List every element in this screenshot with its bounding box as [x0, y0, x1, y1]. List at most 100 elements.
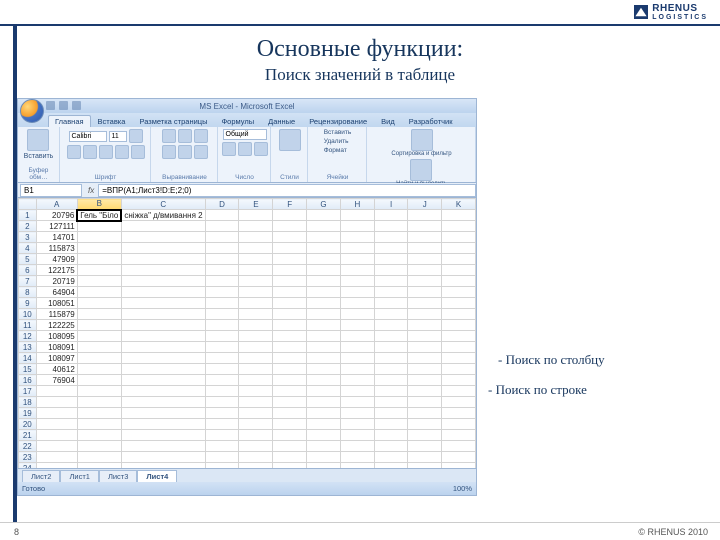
cell[interactable]	[205, 309, 239, 320]
row-header[interactable]: 14	[19, 353, 37, 364]
cell[interactable]	[121, 397, 205, 408]
cell[interactable]	[307, 463, 341, 469]
currency-icon[interactable]	[222, 142, 236, 156]
cells-delete-label[interactable]: Удалить	[324, 138, 349, 145]
cell[interactable]	[374, 243, 408, 254]
cell[interactable]	[442, 342, 476, 353]
cell[interactable]	[408, 397, 442, 408]
cell[interactable]	[374, 430, 408, 441]
cell[interactable]	[121, 331, 205, 342]
cell[interactable]	[205, 210, 239, 221]
cell[interactable]	[239, 309, 273, 320]
cell[interactable]	[205, 320, 239, 331]
row-header[interactable]: 20	[19, 419, 37, 430]
cell[interactable]	[77, 298, 121, 309]
cell[interactable]	[36, 419, 77, 430]
ribbon-tab-view[interactable]: Вид	[374, 115, 402, 127]
fx-icon[interactable]: fx	[84, 186, 98, 195]
cells-format-label[interactable]: Формат	[324, 147, 347, 154]
cell[interactable]: 20719	[36, 276, 77, 287]
cell[interactable]	[77, 452, 121, 463]
align-left-icon[interactable]	[162, 145, 176, 159]
cell[interactable]	[273, 243, 307, 254]
cell[interactable]	[340, 419, 374, 430]
cell[interactable]: 108097	[36, 353, 77, 364]
cell[interactable]	[239, 232, 273, 243]
cell[interactable]	[442, 265, 476, 276]
cell[interactable]	[239, 441, 273, 452]
cell[interactable]	[273, 364, 307, 375]
cell[interactable]	[408, 309, 442, 320]
cell[interactable]: 115879	[36, 309, 77, 320]
col-header-D[interactable]: D	[205, 199, 239, 210]
cell[interactable]	[77, 320, 121, 331]
cell[interactable]	[273, 265, 307, 276]
cell[interactable]	[273, 375, 307, 386]
cell[interactable]	[307, 419, 341, 430]
quick-access-toolbar[interactable]	[46, 101, 81, 110]
cell[interactable]	[77, 309, 121, 320]
row-header[interactable]: 23	[19, 452, 37, 463]
cell[interactable]: 115873	[36, 243, 77, 254]
col-header-J[interactable]: J	[408, 199, 442, 210]
row-header[interactable]: 9	[19, 298, 37, 309]
cell[interactable]	[340, 364, 374, 375]
cell[interactable]	[408, 408, 442, 419]
cell[interactable]	[340, 210, 374, 221]
cell[interactable]	[340, 441, 374, 452]
cell[interactable]	[239, 364, 273, 375]
row-header[interactable]: 10	[19, 309, 37, 320]
cell[interactable]	[77, 342, 121, 353]
row-header[interactable]: 18	[19, 397, 37, 408]
cell[interactable]	[374, 232, 408, 243]
bold-icon[interactable]	[129, 129, 143, 143]
cell[interactable]	[205, 397, 239, 408]
cell[interactable]	[77, 331, 121, 342]
cell[interactable]	[273, 408, 307, 419]
cell[interactable]	[121, 419, 205, 430]
cell[interactable]	[374, 397, 408, 408]
col-header-E[interactable]: E	[239, 199, 273, 210]
cell[interactable]	[121, 265, 205, 276]
col-header-F[interactable]: F	[273, 199, 307, 210]
cell[interactable]	[273, 309, 307, 320]
sort-filter-icon[interactable]	[411, 129, 433, 151]
cell[interactable]: 127111	[36, 221, 77, 232]
cell[interactable]	[121, 254, 205, 265]
save-icon[interactable]	[46, 101, 55, 110]
cell[interactable]	[442, 254, 476, 265]
cell[interactable]	[36, 408, 77, 419]
cell[interactable]	[36, 430, 77, 441]
cell[interactable]	[77, 386, 121, 397]
cell[interactable]	[340, 309, 374, 320]
cell[interactable]	[239, 210, 273, 221]
cell[interactable]	[205, 342, 239, 353]
name-box[interactable]: B1	[20, 184, 82, 197]
cell[interactable]	[374, 441, 408, 452]
sheet-tab-1[interactable]: Лист1	[60, 470, 98, 482]
ribbon-tab-pagelayout[interactable]: Разметка страницы	[132, 115, 214, 127]
cell[interactable]	[121, 287, 205, 298]
cell[interactable]	[307, 397, 341, 408]
row-header[interactable]: 3	[19, 232, 37, 243]
row-header[interactable]: 22	[19, 441, 37, 452]
cell[interactable]	[307, 408, 341, 419]
cell[interactable]	[374, 221, 408, 232]
cell[interactable]	[442, 441, 476, 452]
cell[interactable]	[36, 463, 77, 469]
percent-icon[interactable]	[238, 142, 252, 156]
cell[interactable]	[374, 265, 408, 276]
col-header-G[interactable]: G	[307, 199, 341, 210]
cell[interactable]	[273, 287, 307, 298]
cell[interactable]	[374, 452, 408, 463]
cell[interactable]	[307, 254, 341, 265]
cell[interactable]	[205, 419, 239, 430]
cell[interactable]	[273, 441, 307, 452]
cell[interactable]	[340, 320, 374, 331]
cell[interactable]	[205, 364, 239, 375]
cell[interactable]	[408, 221, 442, 232]
cell[interactable]	[273, 232, 307, 243]
cell[interactable]	[77, 419, 121, 430]
cell[interactable]: 108091	[36, 342, 77, 353]
cell[interactable]	[77, 353, 121, 364]
